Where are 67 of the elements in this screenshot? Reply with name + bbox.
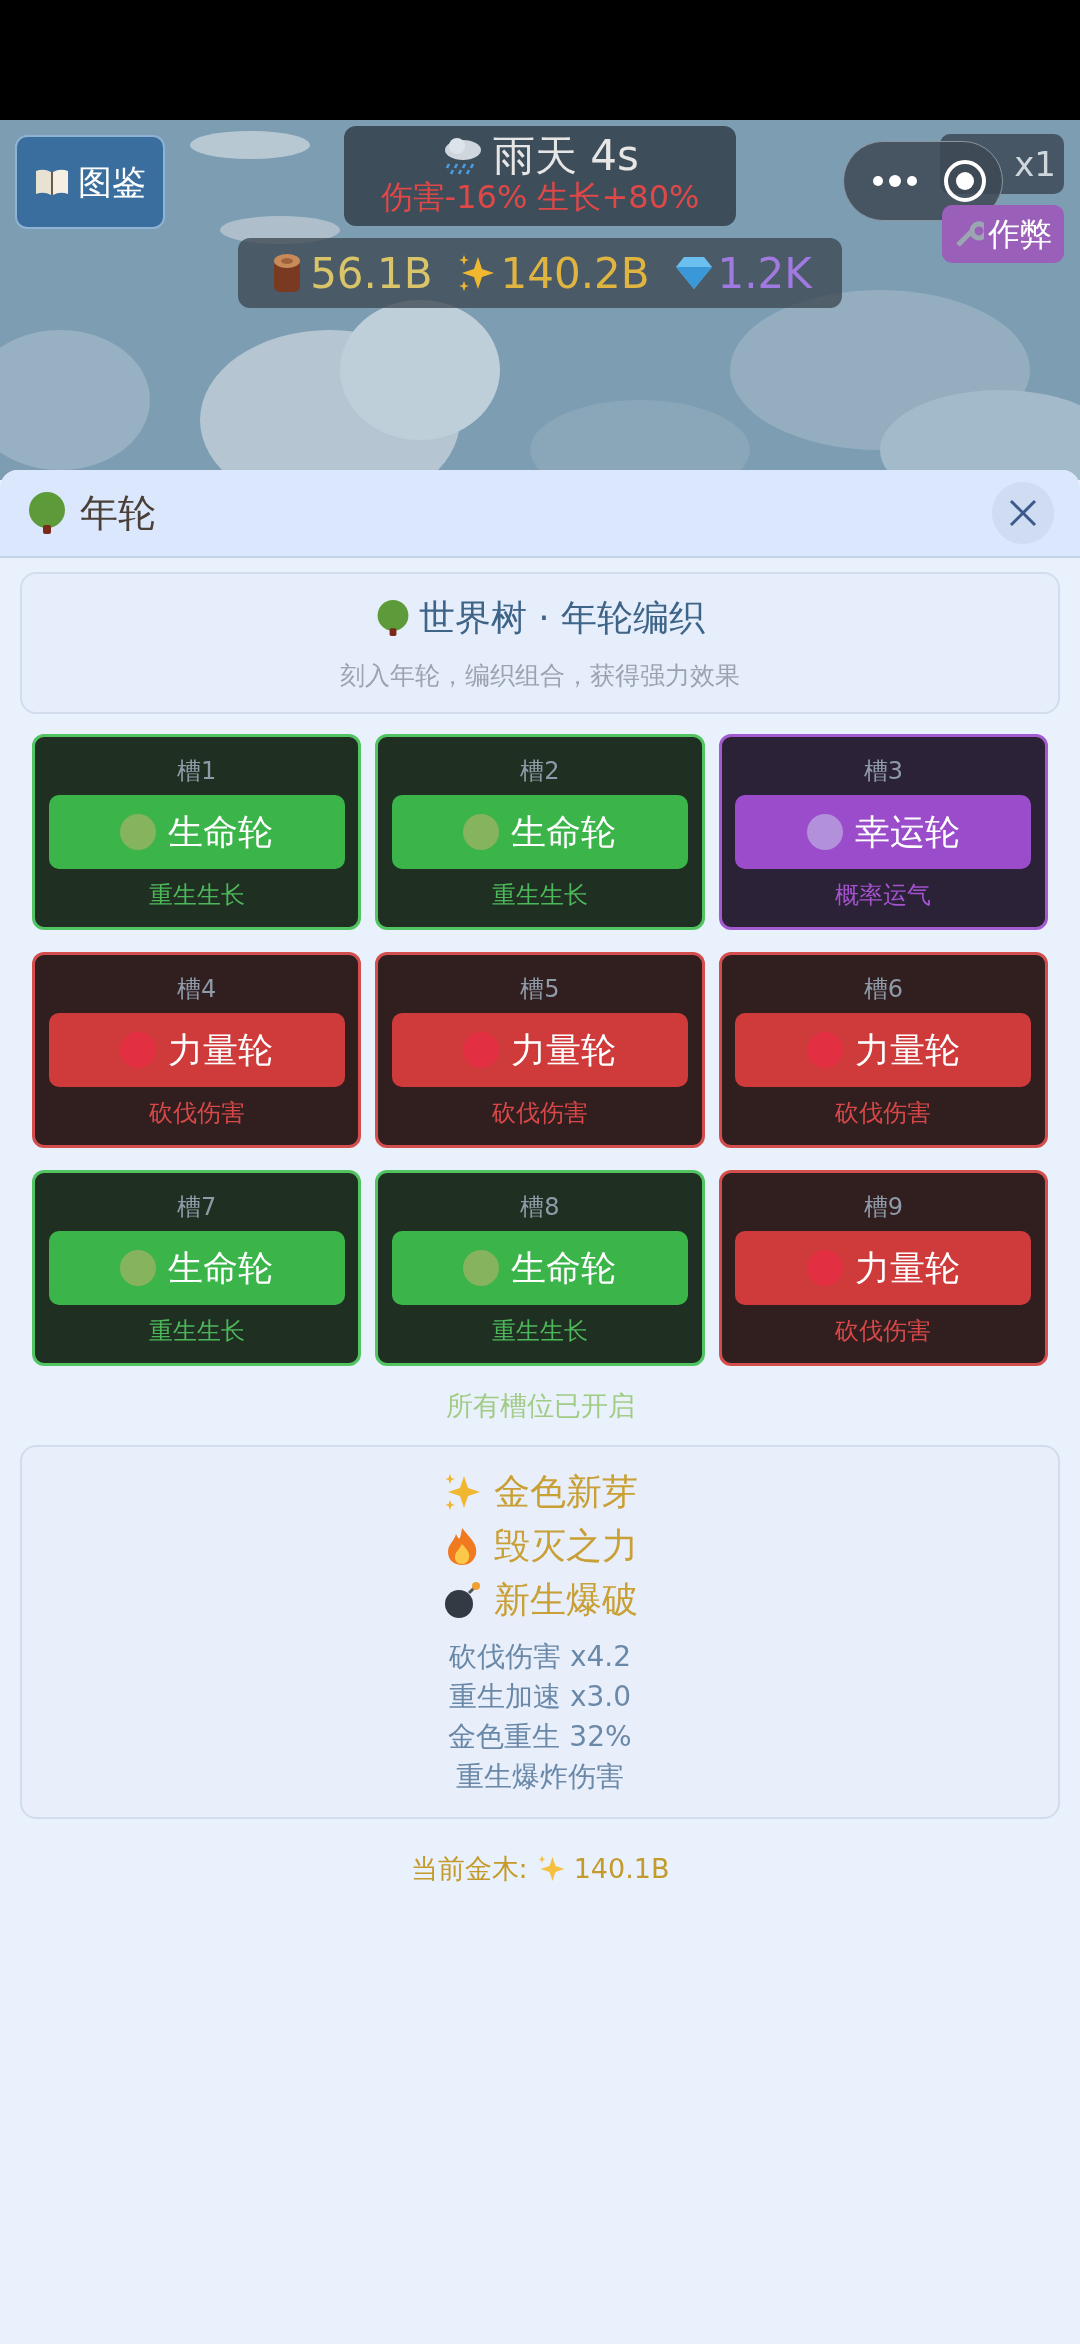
intro-title: 世界树 · 年轮编织 [418,596,706,641]
slot-label: 槽5 [520,974,560,1005]
resource-value: 56.1B [310,247,433,300]
slot-label: 槽2 [520,756,560,787]
slot-label: 槽6 [863,974,903,1005]
combo-name: 毁灭之力 [494,1523,638,1568]
bonus-text: 砍伐伤害 x4.2 [449,1638,631,1675]
slot-effect: 概率运气 [835,880,932,911]
bonus-text: 金色重生 32% [448,1718,632,1755]
slot-label: 槽8 [520,1192,560,1223]
slot-effect: 砍伐伤害 [835,1098,932,1129]
slot-card[interactable]: 槽5 力量轮 砍伐伤害 [375,952,705,1148]
speed-label: x1 [1014,142,1056,186]
slot-effect: 砍伐伤害 [492,1098,588,1129]
wrench-icon [954,219,984,249]
weather-effects: 伤害-16% 生长+80% [380,177,700,217]
bonus-text: 重生爆炸伤害 [456,1758,624,1795]
diamond-icon [673,255,714,291]
combo-name: 新生爆破 [494,1577,638,1622]
tree-icon [26,491,68,535]
slot-card[interactable]: 槽6 力量轮 砍伐伤害 [718,952,1048,1148]
book-icon [34,167,70,197]
sheet-title: 年轮 [80,489,156,537]
cheat-label: 作弊 [988,214,1052,255]
ring-button[interactable]: 力量轮 [48,1013,345,1087]
ring-button[interactable]: 生命轮 [392,1231,688,1305]
slot-label: 槽4 [177,974,217,1005]
slot-label: 槽3 [863,756,903,787]
cheat-button[interactable]: 作弊 [942,205,1064,263]
ring-button[interactable]: 生命轮 [48,795,345,869]
resource-value: 140.2B [500,247,650,300]
slot-card[interactable]: 槽2 生命轮 重生生长 [375,734,705,930]
ring-button[interactable]: 生命轮 [48,1231,345,1305]
slot-card[interactable]: 槽3 幸运轮 概率运气 [718,734,1048,930]
ring-button[interactable]: 生命轮 [392,795,688,869]
intro-subtitle: 刻入年轮，编织组合，获得强力效果 [340,660,740,693]
slot-effect: 重生生长 [492,1316,588,1347]
slot-label: 槽7 [177,1192,217,1223]
weather-label: 雨天 4s [493,135,639,177]
ring-button[interactable]: 力量轮 [392,1013,688,1087]
slot-effect: 重生生长 [492,880,588,911]
slot-card[interactable]: 槽7 生命轮 重生生长 [32,1170,362,1366]
slot-label: 槽9 [863,1192,903,1223]
slot-card[interactable]: 槽1 生命轮 重生生长 [32,734,362,930]
resource-value: 1.2K [717,247,812,300]
bonus-text: 重生加速 x3.0 [449,1678,631,1715]
ring-button[interactable]: 力量轮 [735,1231,1032,1305]
close-icon [1009,499,1037,527]
more-icon[interactable] [872,174,918,188]
slot-effect: 重生生长 [148,880,245,911]
guide-button[interactable]: 图鉴 [15,135,165,229]
status-text: 所有槽位已开启 [445,1389,635,1423]
slot-effect: 砍伐伤害 [148,1098,245,1129]
slot-effect: 砍伐伤害 [835,1316,932,1347]
slot-card[interactable]: 槽9 力量轮 砍伐伤害 [718,1170,1048,1366]
bomb-icon [442,1579,482,1620]
slot-effect: 重生生长 [148,1316,245,1347]
slot-label: 槽1 [177,756,217,787]
slot-card[interactable]: 槽4 力量轮 砍伐伤害 [32,952,362,1148]
combo-name: 金色新芽 [494,1469,638,1514]
ring-button[interactable]: 力量轮 [735,1013,1032,1087]
guide-label: 图鉴 [78,160,146,204]
ring-button[interactable]: 幸运轮 [735,795,1032,869]
balance-label: 当前金木: [410,1851,528,1886]
target-icon[interactable] [942,158,988,204]
balance-value: 140.1B [573,1851,670,1886]
slot-card[interactable]: 槽8 生命轮 重生生长 [375,1170,705,1366]
